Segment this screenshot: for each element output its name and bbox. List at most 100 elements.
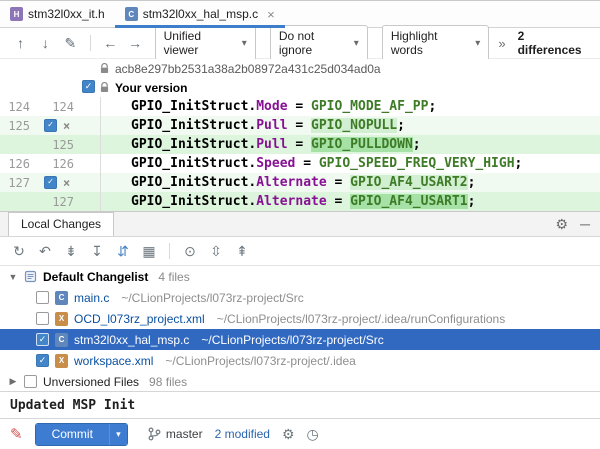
file-path: ~/CLionProjects/l073rz-project/Src (121, 291, 303, 305)
branch-name: master (166, 427, 203, 441)
file-checkbox[interactable] (36, 291, 49, 304)
chevron-down-icon: ▾ (475, 38, 480, 49)
refresh-icon[interactable]: ↻ (8, 240, 30, 262)
vcs-toolbar: ↻ ↶ ⇟ ↧ ⇵ ▦ ⊙ ⇳ ⇞ (0, 237, 600, 266)
changelist-name: Default Changelist (43, 270, 148, 284)
git-branch-widget[interactable]: master (148, 427, 203, 441)
commit-message-input[interactable]: Updated MSP Init (0, 391, 600, 418)
h-file-icon: H (10, 7, 23, 21)
include-change-checkbox[interactable]: ✓ (44, 176, 57, 189)
hide-panel-icon[interactable]: ─ (580, 217, 590, 231)
file-checkbox[interactable]: ✓ (36, 354, 49, 367)
preview-diff-icon[interactable]: ⊙ (179, 240, 201, 262)
chevron-expanded-icon[interactable]: ▼ (8, 272, 18, 282)
file-name: main.c (74, 291, 109, 305)
chevron-collapsed-icon[interactable]: ▶ (8, 376, 18, 387)
rollback-change-icon[interactable]: × (63, 177, 70, 189)
editor-tab-bar: H stm32l0xx_it.h C stm32l0xx_hal_msp.c × (0, 1, 600, 28)
tab-label: stm32l0xx_it.h (28, 7, 105, 21)
tab-local-changes[interactable]: Local Changes (8, 212, 114, 236)
file-path: ~/CLionProjects/l073rz-project/.idea/run… (217, 312, 506, 326)
commit-button[interactable]: Commit (36, 424, 109, 445)
gear-icon[interactable]: ⚙ (282, 426, 295, 443)
xml-file-icon: X (55, 354, 68, 368)
differences-count: 2 differences (518, 29, 588, 57)
viewer-select-value: Unified viewer (164, 29, 235, 57)
import-patch-icon[interactable]: ↧ (86, 240, 108, 262)
code-line: GPIO_InitStruct.Alternate = GPIO_AF4_USA… (100, 173, 600, 192)
diff-gutter: 124 124 (0, 97, 100, 116)
history-clock-icon[interactable]: ◷ (307, 426, 319, 443)
diff-gutter: 127 ✓ × (0, 173, 100, 192)
lock-icon (100, 82, 109, 93)
code-line: GPIO_InitStruct.Pull = GPIO_PULLDOWN; (100, 135, 600, 154)
highlight-select-value: Highlight words (391, 29, 468, 57)
c-file-icon: C (55, 291, 68, 305)
tab-label: stm32l0xx_hal_msp.c (143, 7, 258, 21)
diff-gutter: 126 126 (0, 154, 100, 173)
rollback-icon[interactable]: ↶ (34, 240, 56, 262)
code-line: GPIO_InitStruct.Alternate = GPIO_AF4_USA… (100, 192, 600, 211)
c-file-icon: C (125, 7, 138, 21)
commit-button-group: Commit ▾ (35, 423, 128, 446)
file-checkbox[interactable] (36, 312, 49, 325)
code-line: GPIO_InitStruct.Speed = GPIO_SPEED_FREQ_… (100, 154, 600, 173)
group-by-icon[interactable]: ▦ (138, 240, 160, 262)
shelve-icon[interactable]: ⇟ (60, 240, 82, 262)
changelist-row[interactable]: ▼ Default Changelist 4 files (0, 266, 600, 287)
back-icon[interactable]: ← (100, 32, 121, 54)
code-line: GPIO_InitStruct.Pull = GPIO_NOPULL; (100, 116, 600, 135)
file-path: ~/CLionProjects/l073rz-project/.idea (165, 354, 355, 368)
show-diff-icon[interactable]: ⇵ (112, 240, 134, 262)
revision-row: acb8e297bb2531a38a2b08972a431c25d034ad0a (0, 59, 600, 78)
toolbar-overflow-icon[interactable]: » (498, 36, 505, 51)
diff-gutter: 125 (0, 135, 100, 154)
chevron-down-icon: ▾ (242, 38, 247, 49)
rollback-change-icon[interactable]: × (63, 120, 70, 132)
diff-toolbar: ↑ ↓ ✎ ← → Unified viewer ▾ Do not ignore… (0, 28, 600, 59)
tab-stm32l0xx-hal-msp-c[interactable]: C stm32l0xx_hal_msp.c × (115, 1, 285, 27)
collapse-all-icon[interactable]: ⇞ (231, 240, 253, 262)
changed-file-row-selected[interactable]: ✓ C stm32l0xx_hal_msp.c ~/CLionProjects/… (0, 329, 600, 350)
git-branch-icon (148, 427, 161, 441)
include-change-checkbox[interactable]: ✓ (44, 119, 57, 132)
file-name: OCD_l073rz_project.xml (74, 312, 205, 326)
changed-file-row[interactable]: X OCD_l073rz_project.xml ~/CLionProjects… (0, 308, 600, 329)
diff-line-removed: 127 ✓ × GPIO_InitStruct.Alternate = GPIO… (0, 173, 600, 192)
highlight-select[interactable]: Highlight words ▾ (382, 25, 490, 61)
local-changes-header: Local Changes ⚙ ─ (0, 211, 600, 237)
file-checkbox[interactable]: ✓ (36, 333, 49, 346)
commit-message-history-icon[interactable]: ✎ (10, 425, 23, 443)
previous-difference-icon[interactable]: ↑ (10, 32, 31, 54)
gear-icon[interactable]: ⚙ (556, 217, 569, 231)
modified-count-link[interactable]: 2 modified (215, 427, 270, 441)
your-version-label: Your version (115, 81, 187, 95)
diff-line-added: 127 GPIO_InitStruct.Alternate = GPIO_AF4… (0, 192, 600, 211)
diff-gutter: 125 ✓ × (0, 116, 100, 135)
commit-dropdown-button[interactable]: ▾ (109, 424, 127, 445)
file-name: stm32l0xx_hal_msp.c (74, 333, 189, 347)
whitespace-select-value: Do not ignore (279, 29, 347, 57)
changed-file-row[interactable]: C main.c ~/CLionProjects/l073rz-project/… (0, 287, 600, 308)
diff-editor: 124 124 GPIO_InitStruct.Mode = GPIO_MODE… (0, 97, 600, 211)
revision-hash: acb8e297bb2531a38a2b08972a431c25d034ad0a (115, 62, 381, 76)
unversioned-count: 98 files (149, 375, 187, 389)
tab-stm32l0xx-it-h[interactable]: H stm32l0xx_it.h (0, 1, 115, 27)
close-icon[interactable]: × (267, 8, 275, 21)
file-path: ~/CLionProjects/l073rz-project/Src (201, 333, 383, 347)
forward-icon[interactable]: → (125, 32, 146, 54)
unversioned-files-row[interactable]: ▶ Unversioned Files 98 files (0, 371, 600, 391)
xml-file-icon: X (55, 312, 68, 326)
include-all-checkbox[interactable]: ✓ (82, 80, 95, 93)
unversioned-checkbox[interactable] (24, 375, 37, 388)
changed-file-row[interactable]: ✓ X workspace.xml ~/CLionProjects/l073rz… (0, 350, 600, 371)
whitespace-select[interactable]: Do not ignore ▾ (270, 25, 368, 61)
file-name: workspace.xml (74, 354, 153, 368)
viewer-select[interactable]: Unified viewer ▾ (155, 25, 256, 61)
diff-gutter: 127 (0, 192, 100, 211)
diff-line-removed: 125 ✓ × GPIO_InitStruct.Pull = GPIO_NOPU… (0, 116, 600, 135)
edit-source-icon[interactable]: ✎ (60, 32, 81, 54)
expand-all-icon[interactable]: ⇳ (205, 240, 227, 262)
next-difference-icon[interactable]: ↓ (35, 32, 56, 54)
lock-icon (100, 63, 109, 74)
